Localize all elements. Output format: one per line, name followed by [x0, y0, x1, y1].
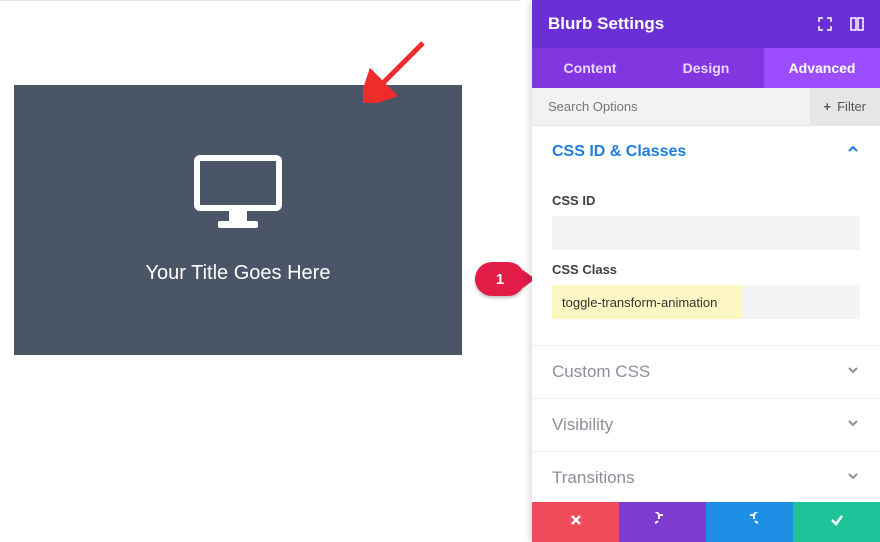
snap-icon[interactable]	[850, 17, 864, 31]
save-button[interactable]	[793, 502, 880, 542]
css-id-input[interactable]	[552, 216, 860, 250]
section-css-id-classes: CSS ID & Classes CSS ID CSS Class	[532, 126, 880, 346]
builder-canvas: Your Title Goes Here	[0, 0, 520, 542]
annotation-step-number: 1	[496, 271, 504, 288]
redo-icon	[742, 512, 758, 533]
expand-icon[interactable]	[818, 17, 832, 31]
css-class-input[interactable]	[552, 285, 742, 319]
settings-panel: Blurb Settings Content Design Advanced +…	[532, 0, 880, 542]
panel-body: CSS ID & Classes CSS ID CSS Class Custom…	[532, 126, 880, 502]
annotation-step-1: 1	[475, 262, 525, 296]
tab-content[interactable]: Content	[532, 48, 648, 88]
monitor-icon	[194, 155, 282, 234]
section-title: Custom CSS	[552, 362, 650, 382]
chevron-up-icon	[846, 142, 860, 161]
filter-label: Filter	[837, 99, 866, 114]
chevron-down-icon	[846, 469, 860, 488]
section-title: Visibility	[552, 415, 613, 435]
section-header-transitions[interactable]: Transitions	[532, 452, 880, 502]
section-header-css-id-classes[interactable]: CSS ID & Classes	[532, 126, 880, 177]
section-transitions: Transitions	[532, 452, 880, 502]
chevron-down-icon	[846, 363, 860, 382]
chevron-down-icon	[846, 416, 860, 435]
search-row: + Filter	[532, 88, 880, 126]
section-custom-css: Custom CSS	[532, 346, 880, 399]
section-header-visibility[interactable]: Visibility	[532, 399, 880, 451]
section-title: CSS ID & Classes	[552, 143, 686, 161]
panel-footer	[532, 502, 880, 542]
panel-header: Blurb Settings	[532, 0, 880, 48]
cancel-button[interactable]	[532, 502, 619, 542]
check-icon	[829, 512, 845, 533]
css-id-label: CSS ID	[552, 193, 860, 208]
section-visibility: Visibility	[532, 399, 880, 452]
search-input[interactable]	[548, 99, 810, 114]
panel-tabs: Content Design Advanced	[532, 48, 880, 88]
undo-button[interactable]	[619, 502, 706, 542]
plus-icon: +	[824, 99, 832, 114]
css-class-label: CSS Class	[552, 262, 860, 277]
blurb-title: Your Title Goes Here	[146, 262, 331, 285]
tab-design[interactable]: Design	[648, 48, 764, 88]
filter-button[interactable]: + Filter	[810, 88, 880, 125]
section-header-custom-css[interactable]: Custom CSS	[532, 346, 880, 398]
tab-advanced[interactable]: Advanced	[764, 48, 880, 88]
blurb-module-preview[interactable]: Your Title Goes Here	[14, 85, 462, 355]
panel-title: Blurb Settings	[548, 14, 664, 34]
undo-icon	[655, 512, 671, 533]
redo-button[interactable]	[706, 502, 793, 542]
section-title: Transitions	[552, 468, 635, 488]
close-icon	[569, 513, 583, 532]
